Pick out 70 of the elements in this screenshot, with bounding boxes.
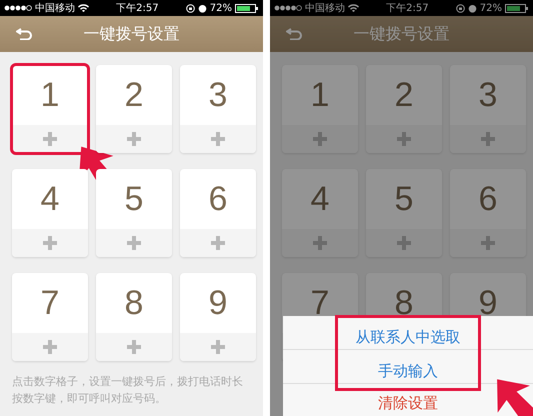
tile-digit: 3	[208, 76, 228, 114]
clock-time: 下午2:57	[116, 2, 159, 15]
dial-tile[interactable]: 2	[366, 65, 442, 153]
plus-icon	[397, 132, 411, 146]
battery-icon	[504, 4, 529, 12]
plus-icon	[481, 132, 495, 146]
back-icon[interactable]	[286, 28, 302, 40]
tile-digit: 2	[124, 76, 144, 114]
screen-title: 一键拨号设置	[84, 24, 180, 44]
dial-tile[interactable]: 3	[450, 65, 526, 153]
dial-tile[interactable]: 8	[96, 273, 172, 361]
plus-icon	[43, 236, 57, 250]
back-icon[interactable]	[16, 28, 32, 40]
wifi-icon	[78, 4, 89, 12]
dial-tile[interactable]: 6	[450, 169, 526, 257]
plus-icon	[43, 340, 57, 354]
battery-icon	[234, 4, 259, 12]
tile-digit: 5	[124, 180, 144, 218]
plus-icon	[43, 132, 57, 146]
plus-icon	[211, 340, 225, 354]
dial-tile[interactable]: 1	[12, 65, 88, 153]
dial-tile[interactable]: 4	[12, 169, 88, 257]
tile-digit: 4	[40, 180, 60, 218]
plus-icon	[211, 132, 225, 146]
plus-icon	[127, 132, 141, 146]
dial-tile[interactable]: 5	[366, 169, 442, 257]
rotation-lock-icon	[456, 4, 465, 12]
tile-digit: 3	[478, 76, 498, 114]
tile-digit: 4	[310, 180, 330, 218]
alarm-icon	[198, 4, 207, 12]
hint-text: 点击数字格子，设置一键拨号后，拨打电话时长按数字键，即可呼叫对应号码。	[12, 374, 244, 407]
dial-tile[interactable]: 5	[96, 169, 172, 257]
tile-digit: 9	[478, 284, 498, 322]
carrier-name: 中国移动	[305, 2, 345, 15]
tile-digit: 8	[394, 284, 414, 322]
tile-digit: 5	[394, 180, 414, 218]
dial-tile[interactable]: 4	[282, 169, 358, 257]
signal-icon	[4, 5, 32, 11]
tile-digit: 6	[478, 180, 498, 218]
wifi-icon	[348, 4, 359, 12]
plus-icon	[481, 236, 495, 250]
rotation-lock-icon	[186, 4, 195, 12]
carrier-name: 中国移动	[35, 2, 75, 15]
tile-digit: 6	[208, 180, 228, 218]
tile-digit: 1	[310, 76, 330, 114]
alarm-icon	[468, 4, 477, 12]
plus-icon	[127, 340, 141, 354]
tile-digit: 7	[40, 284, 60, 322]
battery-percent: 72%	[210, 2, 232, 14]
tile-digit: 2	[394, 76, 414, 114]
plus-icon	[313, 132, 327, 146]
screen-title: 一键拨号设置	[354, 24, 450, 44]
dial-tile[interactable]: 1	[282, 65, 358, 153]
plus-icon	[211, 236, 225, 250]
dial-tile[interactable]: 2	[96, 65, 172, 153]
dial-tile[interactable]: 6	[180, 169, 256, 257]
plus-icon	[397, 236, 411, 250]
clock-time: 下午2:57	[386, 2, 429, 15]
tile-digit: 8	[124, 284, 144, 322]
sheet-option[interactable]: 清除设置	[370, 386, 446, 416]
tile-digit: 9	[208, 284, 228, 322]
signal-icon	[274, 5, 302, 11]
dial-tile[interactable]: 7	[12, 273, 88, 361]
plus-icon	[127, 236, 141, 250]
tile-digit: 7	[310, 284, 330, 322]
plus-icon	[313, 236, 327, 250]
dial-tile[interactable]: 3	[180, 65, 256, 153]
battery-percent: 72%	[480, 2, 502, 14]
dial-tile[interactable]: 9	[180, 273, 256, 361]
tile-digit: 1	[40, 76, 60, 114]
